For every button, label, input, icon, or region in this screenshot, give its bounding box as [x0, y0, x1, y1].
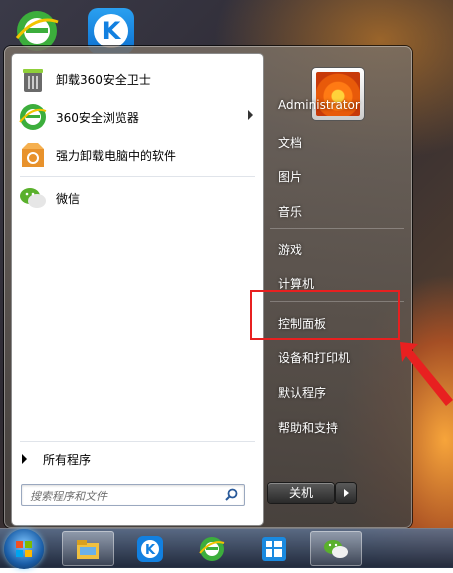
- pinned-separator: [20, 176, 255, 177]
- file-explorer-icon: [77, 540, 99, 559]
- taskbar-file-explorer[interactable]: [62, 531, 114, 566]
- taskbar-kugou[interactable]: K: [124, 531, 176, 566]
- taskbar: K: [0, 528, 453, 569]
- menu-item-music[interactable]: 音乐: [278, 203, 302, 220]
- all-programs-separator: [20, 441, 255, 442]
- uninstall-360-icon: [18, 64, 48, 94]
- right-separator: [270, 228, 404, 229]
- windows-logo-icon: [16, 541, 32, 557]
- control-panel-highlight-box: [250, 290, 400, 340]
- shutdown-options-button[interactable]: [336, 483, 356, 503]
- taskbar-app-icon: [262, 537, 286, 561]
- menu-item-default-programs[interactable]: 默认程序: [278, 384, 326, 401]
- start-orb[interactable]: [4, 529, 44, 569]
- menu-item-pictures[interactable]: 图片: [278, 168, 302, 185]
- svg-text:K: K: [145, 543, 156, 558]
- menu-item-help-support[interactable]: 帮助和支持: [278, 419, 338, 436]
- taskbar-app[interactable]: [248, 531, 300, 566]
- shutdown-button[interactable]: 关机: [268, 483, 334, 503]
- user-avatar[interactable]: [312, 68, 364, 120]
- all-programs-label: 所有程序: [43, 452, 92, 467]
- program-label: 微信: [56, 191, 81, 206]
- program-item-360-browser[interactable]: 360安全浏览器: [12, 98, 263, 136]
- taskbar-360-browser[interactable]: [186, 531, 238, 566]
- browser-360-icon: [199, 537, 225, 561]
- wechat-icon: [324, 540, 348, 558]
- browser-360-icon: [18, 102, 48, 132]
- red-pointer-arrow: [400, 342, 453, 406]
- arrow-right-icon: [344, 489, 349, 497]
- program-label: 强力卸载电脑中的软件: [56, 148, 177, 163]
- taskbar-wechat[interactable]: [310, 531, 362, 566]
- uninstaller-box-icon: [18, 140, 48, 170]
- menu-item-administrator[interactable]: Administrator: [278, 98, 360, 112]
- program-label: 卸载360安全卫士: [56, 72, 151, 87]
- search-icon[interactable]: [225, 488, 238, 501]
- kugou-icon: K: [137, 536, 163, 562]
- program-item-uninstall-360[interactable]: 卸载360安全卫士: [12, 60, 263, 98]
- kugou-icon: K: [94, 14, 128, 48]
- program-label: 360安全浏览器: [56, 110, 139, 125]
- menu-item-documents[interactable]: 文档: [278, 134, 302, 151]
- program-item-wechat[interactable]: 微信: [12, 179, 263, 217]
- start-menu: 卸载360安全卫士 360安全浏览器 强力卸载电脑中的软件 微信 所有程序 搜索…: [4, 46, 412, 528]
- submenu-arrow-icon[interactable]: [248, 110, 253, 120]
- menu-item-devices-printers[interactable]: 设备和打印机: [278, 349, 350, 366]
- pinned-programs-list: 卸载360安全卫士 360安全浏览器 强力卸载电脑中的软件 微信: [12, 60, 263, 217]
- search-input[interactable]: [28, 486, 222, 507]
- program-item-uninstaller[interactable]: 强力卸载电脑中的软件: [12, 136, 263, 174]
- expand-arrow-icon: [22, 454, 27, 464]
- wechat-icon: [18, 183, 48, 213]
- start-menu-left-pane: 卸载360安全卫士 360安全浏览器 强力卸载电脑中的软件 微信 所有程序 搜索…: [12, 54, 263, 525]
- search-box[interactable]: [21, 484, 245, 507]
- menu-item-games[interactable]: 游戏: [278, 241, 302, 258]
- all-programs-button[interactable]: 所有程序: [12, 446, 263, 472]
